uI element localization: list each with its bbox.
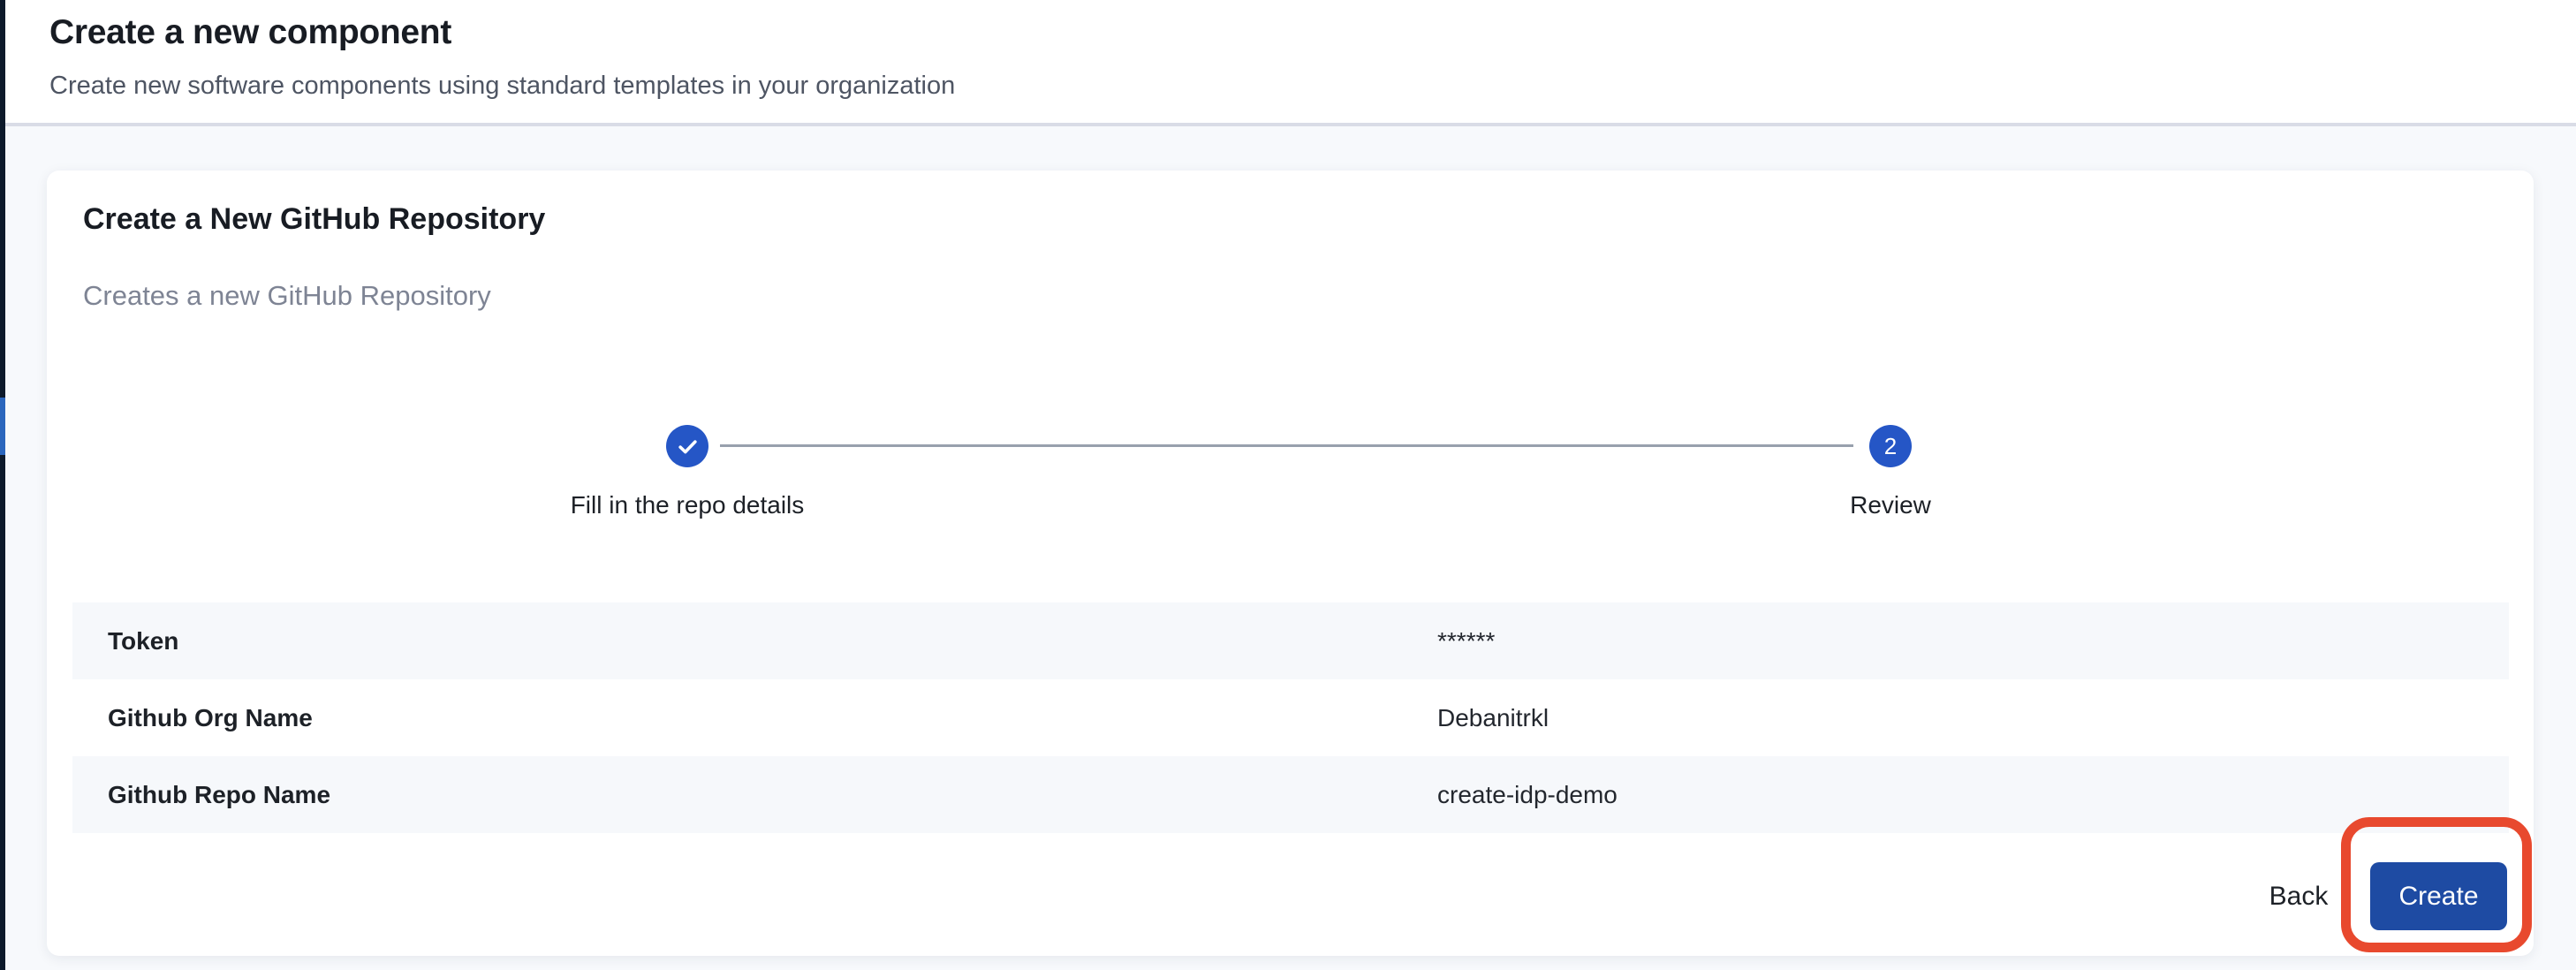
sidebar-active-item-indicator — [0, 398, 5, 455]
row-value-github-org-name: Debanitrkl — [1437, 704, 1549, 732]
page-subtitle: Create new software components using sta… — [49, 71, 955, 102]
row-value-token: ****** — [1437, 627, 1495, 656]
back-button[interactable]: Back — [2254, 868, 2344, 926]
step-1-completed-circle — [666, 425, 708, 467]
card-subtitle: Creates a new GitHub Repository — [83, 280, 491, 312]
step-2-label: Review — [1687, 491, 2094, 519]
sidebar-collapsed-edge — [0, 0, 5, 970]
table-row: Github Org Name Debanitrkl — [72, 679, 2509, 756]
stepper: Fill in the repo details 2 Review — [47, 424, 2534, 539]
step-1-label: Fill in the repo details — [484, 491, 890, 519]
check-icon — [676, 435, 700, 458]
step-2-active-circle: 2 — [1869, 425, 1912, 467]
template-card: Create a New GitHub Repository Creates a… — [47, 171, 2534, 956]
table-row: Token ****** — [72, 602, 2509, 679]
step-2-number: 2 — [1884, 435, 1897, 458]
page-title: Create a new component — [49, 12, 451, 54]
row-value-github-repo-name: create-idp-demo — [1437, 781, 1618, 809]
page-header: Create a new component Create new softwa… — [5, 0, 2576, 126]
review-table: Token ****** Github Org Name Debanitrkl … — [72, 602, 2509, 833]
card-title: Create a New GitHub Repository — [83, 202, 545, 237]
row-label-github-repo-name: Github Repo Name — [72, 781, 1437, 809]
table-row: Github Repo Name create-idp-demo — [72, 756, 2509, 833]
stepper-connector — [720, 444, 1853, 447]
row-label-token: Token — [72, 627, 1437, 656]
row-label-github-org-name: Github Org Name — [72, 704, 1437, 732]
create-button[interactable]: Create — [2370, 862, 2507, 930]
